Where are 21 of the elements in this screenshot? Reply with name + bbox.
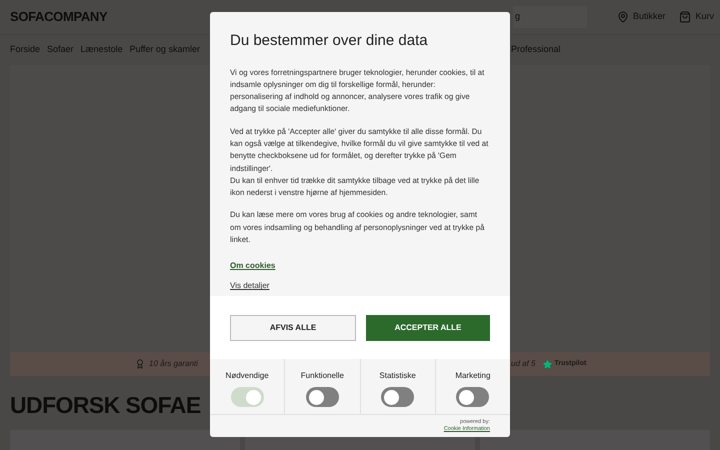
nav-link[interactable]: Professional [511, 43, 561, 57]
dialog-title: Du bestemmer over dine data [230, 31, 429, 51]
accept-button[interactable]: ACCEPTER ALLE [366, 314, 490, 341]
logo[interactable]: SOFACOMPANY [10, 7, 108, 27]
reject-button[interactable]: AFVIS ALLE [230, 314, 356, 341]
section-heading: UDFORSK SOFAE [9, 391, 202, 420]
toggle-label: Funktionelle [300, 370, 344, 382]
dialog-link[interactable]: Om cookies [230, 260, 276, 272]
usp-text: 10 års garanti [149, 358, 198, 370]
header-link[interactable]: Butikker [616, 10, 666, 24]
header-link[interactable]: Kurv [679, 10, 714, 24]
nav-link[interactable]: Lænestole [80, 43, 123, 57]
nav-link[interactable]: Puffer og skamler [130, 43, 200, 57]
toggle-label: Marketing [455, 370, 490, 382]
search-field[interactable]: g [513, 6, 587, 28]
toggle-label: Statistiske [379, 370, 416, 382]
nav-link[interactable]: Forside [10, 43, 40, 57]
toggle-label: Nødvendige [226, 370, 269, 382]
dialog-link[interactable]: Vis detaljer [230, 280, 270, 292]
rating-text: ud af 5 [511, 358, 536, 370]
nav-link[interactable]: Sofaer [47, 43, 74, 57]
